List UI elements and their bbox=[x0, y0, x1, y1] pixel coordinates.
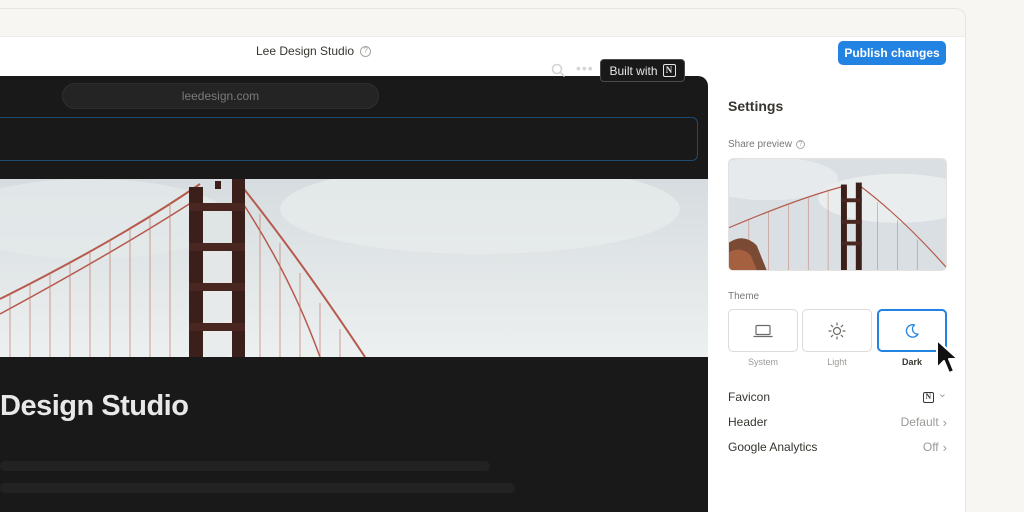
moon-icon bbox=[905, 323, 919, 338]
favicon-row[interactable]: Favicon N ⌄ bbox=[728, 387, 947, 407]
mouse-cursor-icon bbox=[936, 339, 959, 374]
site-header-bar[interactable] bbox=[0, 117, 698, 161]
question-circle-icon[interactable]: ? bbox=[360, 45, 372, 57]
share-preview-label-wrap: Share preview ? bbox=[728, 139, 805, 150]
theme-option-system[interactable] bbox=[728, 309, 798, 352]
settings-title: Settings bbox=[728, 98, 784, 114]
more-dots-icon[interactable]: ••• bbox=[576, 60, 594, 76]
cover-image bbox=[0, 179, 708, 357]
header-label: Header bbox=[728, 415, 768, 429]
built-with-badge[interactable]: Built with N bbox=[600, 59, 685, 82]
site-name: Lee Design Studio bbox=[256, 44, 355, 58]
text-placeholder-line bbox=[0, 483, 515, 493]
google-analytics-value: Off bbox=[922, 440, 939, 454]
settings-panel: Settings Share preview ? Theme System Li… bbox=[708, 76, 966, 512]
theme-label-system: System bbox=[747, 357, 778, 367]
text-placeholder-line bbox=[0, 461, 490, 471]
google-analytics-row[interactable]: Google Analytics Off › bbox=[728, 437, 947, 457]
publish-changes-button[interactable]: Publish changes bbox=[838, 41, 946, 65]
url-bar: leedesign.com bbox=[62, 83, 379, 109]
laptop-icon bbox=[753, 324, 773, 337]
google-analytics-label: Google Analytics bbox=[728, 440, 818, 454]
notion-logo-icon: N bbox=[922, 391, 934, 403]
share-preview-image[interactable] bbox=[728, 158, 947, 271]
favicon-value[interactable]: N ⌄ bbox=[922, 387, 947, 403]
theme-option-light[interactable] bbox=[802, 309, 872, 352]
header-value: Default bbox=[900, 415, 939, 429]
notion-logo-icon: N bbox=[662, 64, 676, 77]
chevron-right-icon: › bbox=[942, 439, 947, 455]
site-preview: leedesign.com Design Studio bbox=[0, 76, 708, 512]
site-name-header: Lee Design Studio ? bbox=[256, 44, 372, 58]
question-circle-icon[interactable]: ? bbox=[795, 140, 805, 149]
theme-label-light: Light bbox=[827, 357, 847, 367]
chevron-right-icon: › bbox=[942, 414, 947, 430]
header-row[interactable]: Header Default › bbox=[728, 412, 947, 432]
page-title: Design Studio bbox=[0, 390, 189, 422]
window-titlebar bbox=[0, 9, 965, 37]
sun-icon bbox=[828, 321, 846, 340]
search-icon[interactable] bbox=[551, 63, 565, 77]
chevron-down-icon: ⌄ bbox=[937, 387, 947, 400]
built-with-label: Built with bbox=[609, 63, 658, 78]
favicon-label: Favicon bbox=[728, 390, 771, 404]
url-text: leedesign.com bbox=[181, 89, 260, 103]
share-preview-label: Share preview bbox=[728, 139, 792, 150]
theme-label: Theme bbox=[728, 291, 760, 302]
